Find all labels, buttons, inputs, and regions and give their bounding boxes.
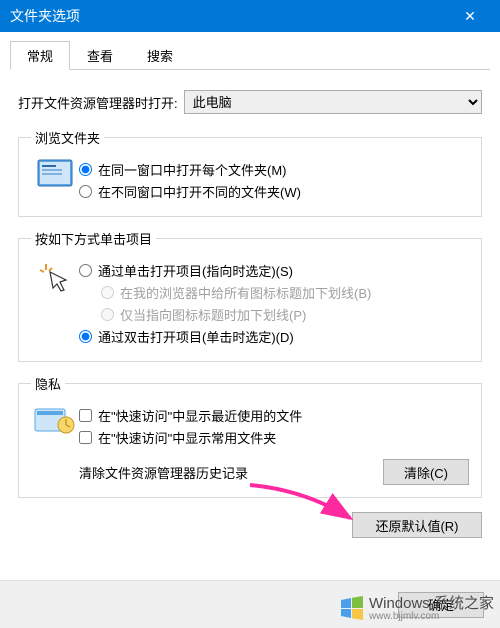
clear-history-label: 清除文件资源管理器历史记录 [79,463,383,482]
underline-all-radio [101,286,114,299]
browse-same-radio[interactable] [79,163,92,176]
underline-all-option: 在我的浏览器中给所有图标标题加下划线(B) [101,283,469,302]
single-click-radio[interactable] [79,264,92,277]
browse-new-window-option[interactable]: 在不同窗口中打开不同的文件夹(W) [79,182,469,201]
close-icon[interactable]: ✕ [450,8,490,25]
single-click-option[interactable]: 通过单击打开项目(指向时选定)(S) [79,261,469,280]
show-recent-checkbox[interactable] [79,409,92,422]
privacy-icon [31,403,79,435]
browse-same-window-option[interactable]: 在同一窗口中打开每个文件夹(M) [79,160,469,179]
show-frequent-checkbox-row[interactable]: 在"快速访问"中显示常用文件夹 [79,428,469,447]
tab-content: 打开文件资源管理器时打开: 此电脑 浏览文件夹 在同一窗口中打开每个文件夹(M) [0,70,500,552]
open-with-select[interactable]: 此电脑 [184,90,482,114]
window-title: 文件夹选项 [10,6,450,26]
click-icon [31,258,79,294]
double-click-radio[interactable] [79,330,92,343]
privacy-legend: 隐私 [31,374,65,393]
privacy-group: 隐私 在"快速访问"中显示最近使用的文件 在"快速访问"中显示常 [18,374,482,498]
watermark-sub: 系统之家 [434,595,494,612]
watermark: Windows 系统之家 www.bjjmlv.com [339,592,494,622]
watermark-brand: Windows [369,595,430,612]
browse-new-radio[interactable] [79,185,92,198]
show-frequent-checkbox[interactable] [79,431,92,444]
browse-folders-legend: 浏览文件夹 [31,128,104,147]
underline-hover-option: 仅当指向图标标题时加下划线(P) [101,305,469,324]
tab-view[interactable]: 查看 [70,41,130,70]
tab-search[interactable]: 搜索 [130,41,190,70]
open-with-label: 打开文件资源管理器时打开: [18,93,178,112]
restore-defaults-button[interactable]: 还原默认值(R) [352,512,482,538]
click-behaviour-group: 按如下方式单击项目 通过单击打开项目(指向时选定)(S) [18,229,482,362]
click-behaviour-legend: 按如下方式单击项目 [31,229,156,248]
show-recent-checkbox-row[interactable]: 在"快速访问"中显示最近使用的文件 [79,406,469,425]
double-click-option[interactable]: 通过双击打开项目(单击时选定)(D) [79,327,469,346]
open-with-row: 打开文件资源管理器时打开: 此电脑 [18,90,482,114]
titlebar: 文件夹选项 ✕ [0,0,500,32]
clear-button[interactable]: 清除(C) [383,459,469,485]
browse-folders-group: 浏览文件夹 在同一窗口中打开每个文件夹(M) 在不同窗口中打开不 [18,128,482,217]
watermark-url: www.bjjmlv.com [369,611,494,622]
tab-strip: 常规 查看 搜索 [10,40,490,70]
tab-general[interactable]: 常规 [10,41,70,70]
browse-folders-icon [31,157,79,187]
underline-hover-radio [101,308,114,321]
windows-logo-icon [339,594,365,620]
